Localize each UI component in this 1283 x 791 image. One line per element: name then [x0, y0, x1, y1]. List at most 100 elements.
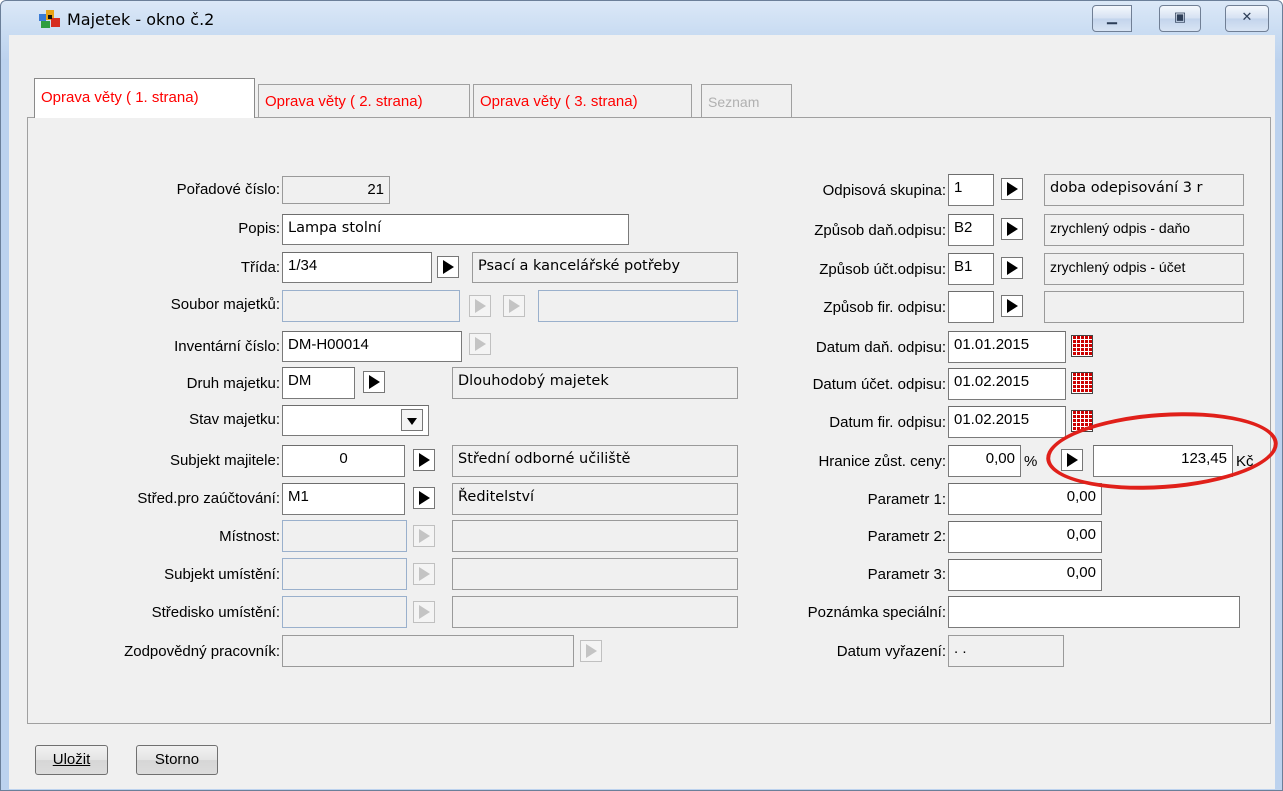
mistnost-input[interactable]: [282, 520, 407, 552]
save-button[interactable]: Uložit: [35, 745, 108, 775]
label-soubor-majetku: Soubor majetků:: [170, 296, 280, 313]
label-datum-dan-odpisu: Datum daň. odpisu:: [815, 339, 946, 356]
app-icon: [39, 10, 60, 28]
maximize-icon: ▣: [1173, 9, 1187, 24]
stredisko-umisteni-arrow-icon: [413, 601, 435, 623]
odpisova-skupina-input[interactable]: 1: [948, 174, 994, 206]
title-bar[interactable]: Majetek - okno č.2 ▁ ▣ ✕: [1, 1, 1282, 35]
label-poznamka-specialni: Poznámka speciální:: [807, 604, 946, 621]
subjekt-majitele-input[interactable]: 0: [282, 445, 405, 477]
window-title: Majetek - okno č.2: [67, 10, 215, 29]
label-inventarni-cislo: Inventární číslo:: [174, 338, 280, 355]
zpusob-dan-odpisu-input[interactable]: B2: [948, 214, 994, 246]
datum-vyrazeni-input[interactable]: . .: [948, 635, 1064, 667]
close-button[interactable]: ✕: [1225, 5, 1269, 32]
soubor-majetku-input[interactable]: [282, 290, 460, 322]
label-stav-majetku: Stav majetku:: [189, 411, 280, 428]
zodpovedny-pracovnik-input[interactable]: [282, 635, 574, 667]
label-poradove-cislo: Pořadové číslo:: [176, 181, 280, 198]
zpusob-uct-odpisu-input[interactable]: B1: [948, 253, 994, 285]
zpusob-fir-description: [1044, 291, 1244, 323]
label-zpusob-dan-odpisu: Způsob daň.odpisu:: [814, 222, 946, 239]
hranice-amount-input[interactable]: 123,45: [1093, 445, 1233, 477]
trida-input[interactable]: 1/34: [282, 252, 432, 283]
label-stred-zauctovani: Střed.pro zaúčtování:: [137, 490, 280, 507]
percent-unit: %: [1024, 453, 1038, 470]
subjekt-majitele-arrow-icon[interactable]: [413, 449, 435, 471]
popis-input[interactable]: Lampa stolní: [282, 214, 629, 245]
label-parametr-3: Parametr 3:: [867, 566, 946, 583]
label-parametr-1: Parametr 1:: [867, 491, 946, 508]
minimize-icon: ▁: [1107, 9, 1117, 24]
tab-oprava-3[interactable]: Oprava věty ( 3. strana): [473, 84, 692, 118]
label-trida: Třída:: [240, 259, 280, 276]
subjekt-umisteni-arrow-icon: [413, 563, 435, 585]
minimize-button[interactable]: ▁: [1092, 5, 1132, 32]
label-parametr-2: Parametr 2:: [867, 528, 946, 545]
zpusob-uct-description: zrychlený odpis - účet: [1044, 253, 1244, 285]
close-icon: ✕: [1241, 9, 1253, 24]
chevron-down-icon[interactable]: [401, 409, 423, 431]
label-zpusob-fir-odpisu: Způsob fir. odpisu:: [823, 299, 946, 316]
stredisko-umisteni-description: [452, 596, 738, 628]
label-subjekt-umisteni: Subjekt umístění:: [164, 566, 280, 583]
label-zodpovedny-pracovnik: Zodpovědný pracovník:: [124, 643, 280, 660]
zpusob-uct-arrow-icon[interactable]: [1001, 257, 1023, 279]
poznamka-specialni-input[interactable]: [948, 596, 1240, 628]
zpusob-dan-arrow-icon[interactable]: [1001, 218, 1023, 240]
parametr-1-input[interactable]: 0,00: [948, 483, 1102, 515]
trida-description: Psací a kancelářské potřeby: [472, 252, 738, 283]
odpisova-skupina-arrow-icon[interactable]: [1001, 178, 1023, 200]
label-datum-fir-odpisu: Datum fir. odpisu:: [829, 414, 946, 431]
datum-uct-odpisu-input[interactable]: 01.02.2015: [948, 368, 1066, 400]
hranice-arrow-icon[interactable]: [1061, 449, 1083, 471]
hranice-percent-input[interactable]: 0,00: [948, 445, 1021, 477]
trida-lookup-arrow-icon[interactable]: [437, 256, 459, 278]
label-popis: Popis:: [238, 220, 280, 237]
parametr-2-input[interactable]: 0,00: [948, 521, 1102, 553]
calendar-icon[interactable]: [1071, 410, 1093, 432]
druh-description: Dlouhodobý majetek: [452, 367, 738, 399]
tab-seznam: Seznam: [701, 84, 792, 118]
tab-oprava-1[interactable]: Oprava věty ( 1. strana): [34, 78, 255, 118]
mistnost-arrow-icon: [413, 525, 435, 547]
currency-unit: Kč: [1236, 453, 1254, 470]
label-druh-majetku: Druh majetku:: [186, 375, 280, 392]
calendar-icon[interactable]: [1071, 335, 1093, 357]
zodpovedny-arrow-icon: [580, 640, 602, 662]
tab-oprava-2[interactable]: Oprava věty ( 2. strana): [258, 84, 470, 118]
cancel-button[interactable]: Storno: [136, 745, 218, 775]
soubor-lookup-arrow-icon: [469, 295, 491, 317]
label-hranice-zust-ceny: Hranice zůst. ceny:: [818, 453, 946, 470]
calendar-icon[interactable]: [1071, 372, 1093, 394]
label-zpusob-uct-odpisu: Způsob účt.odpisu:: [819, 261, 946, 278]
label-mistnost: Místnost:: [219, 528, 280, 545]
maximize-button[interactable]: ▣: [1159, 5, 1201, 32]
zpusob-dan-description: zrychlený odpis - daňo: [1044, 214, 1244, 246]
subjekt-umisteni-input[interactable]: [282, 558, 407, 590]
stred-zauctovani-arrow-icon[interactable]: [413, 487, 435, 509]
save-button-label: Uložit: [52, 751, 91, 768]
inventarni-lookup-arrow-icon: [469, 333, 491, 355]
label-odpisova-skupina: Odpisová skupina:: [822, 182, 946, 199]
inventarni-cislo-input[interactable]: DM-H00014: [282, 331, 462, 362]
stred-zauctovani-input[interactable]: M1: [282, 483, 405, 515]
parametr-3-input[interactable]: 0,00: [948, 559, 1102, 591]
cancel-button-label: Storno: [154, 751, 200, 768]
subjekt-majitele-description: Střední odborné učiliště: [452, 445, 738, 477]
label-datum-uct-odpisu: Datum účet. odpisu:: [812, 376, 946, 393]
stredisko-umisteni-input[interactable]: [282, 596, 407, 628]
druh-lookup-arrow-icon[interactable]: [363, 371, 385, 393]
label-stredisko-umisteni: Středisko umístění:: [151, 604, 280, 621]
datum-fir-odpisu-input[interactable]: 01.02.2015: [948, 406, 1066, 438]
zpusob-fir-odpisu-input[interactable]: [948, 291, 994, 323]
stred-zauctovani-description: Ředitelství: [452, 483, 738, 515]
label-subjekt-majitele: Subjekt majitele:: [169, 452, 280, 469]
zpusob-fir-arrow-icon[interactable]: [1001, 295, 1023, 317]
poradove-cislo-field: 21: [282, 176, 390, 204]
odpisova-skupina-description: doba odepisování 3 r: [1044, 174, 1244, 206]
mistnost-description: [452, 520, 738, 552]
druh-majetku-input[interactable]: DM: [282, 367, 355, 399]
datum-dan-odpisu-input[interactable]: 01.01.2015: [948, 331, 1066, 363]
soubor-lookup-arrow2-icon: [503, 295, 525, 317]
